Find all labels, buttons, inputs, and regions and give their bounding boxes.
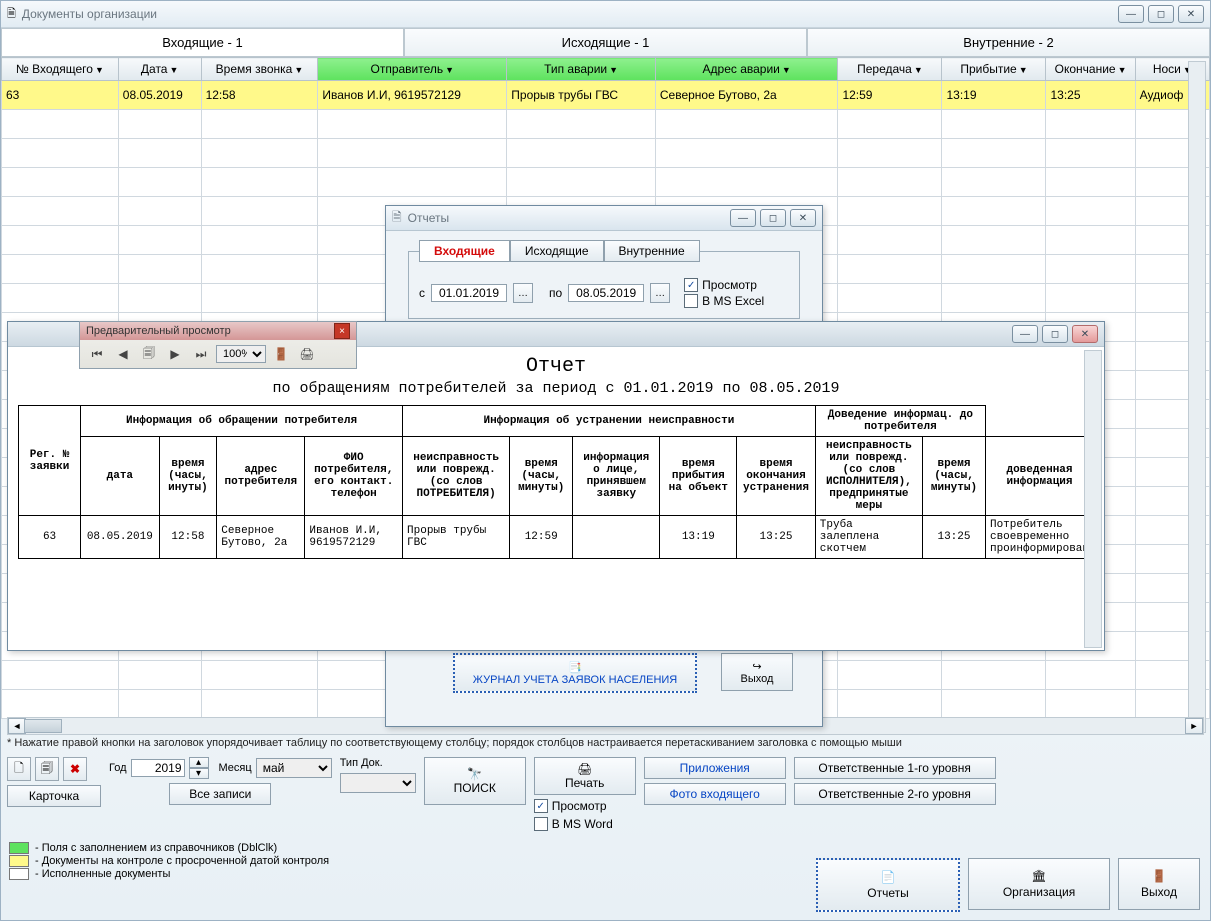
print-button[interactable]: 🖨 Печать xyxy=(534,757,636,795)
month-select[interactable]: май xyxy=(256,758,332,778)
col-end[interactable]: Окончание▼ xyxy=(1046,58,1135,81)
dlg-minimize[interactable]: — xyxy=(730,209,756,227)
col-addr[interactable]: Адрес аварии▼ xyxy=(655,58,838,81)
search-button[interactable]: 🔭 ПОИСК xyxy=(424,757,526,805)
from-label: с xyxy=(419,286,425,300)
from-date-input[interactable] xyxy=(431,284,507,302)
year-up[interactable]: ▴ xyxy=(189,757,209,768)
preview-toolbar-close[interactable]: × xyxy=(334,323,350,339)
tab-outgoing[interactable]: Исходящие - 1 xyxy=(404,28,807,56)
rep-tab-outgoing[interactable]: Исходящие xyxy=(510,240,604,262)
first-page-icon[interactable]: ⏮ xyxy=(86,343,108,365)
copy-doc-button[interactable]: 🗐 xyxy=(35,757,59,781)
reports-dialog-title: Отчеты xyxy=(408,211,449,225)
rep-tab-internal[interactable]: Внутренние xyxy=(604,240,700,262)
close-button[interactable]: ✕ xyxy=(1178,5,1204,23)
rep-excel-checkbox[interactable]: В MS Excel xyxy=(684,294,764,308)
app-icon: 🗎 xyxy=(7,5,16,24)
doctype-label: Тип Док. xyxy=(340,757,416,769)
col-arrive[interactable]: Прибытие▼ xyxy=(942,58,1046,81)
last-page-icon[interactable]: ⏭ xyxy=(190,343,212,365)
rep-tab-incoming[interactable]: Входящие xyxy=(419,240,510,262)
preview-checkbox[interactable]: ✓Просмотр xyxy=(534,799,607,813)
msword-checkbox[interactable]: В MS Word xyxy=(534,817,613,831)
attachments-button[interactable]: Приложения xyxy=(644,757,786,779)
prev-page-icon[interactable]: ◀ xyxy=(112,343,134,365)
preview-vscroll[interactable] xyxy=(1084,350,1102,648)
dialog-icon: 🗎 xyxy=(392,208,402,229)
year-down[interactable]: ▾ xyxy=(189,768,209,779)
reports-exit-button[interactable]: ↪ Выход xyxy=(721,653,793,691)
pv-maximize[interactable]: ◻ xyxy=(1042,325,1068,343)
doctype-select[interactable] xyxy=(340,773,416,793)
pv-close[interactable]: ✕ xyxy=(1072,325,1098,343)
print-label: Печать xyxy=(565,776,604,790)
titlebar: 🗎 Документы организации — ◻ ✕ xyxy=(1,1,1210,28)
col-sender[interactable]: Отправитель▼ xyxy=(318,58,507,81)
search-label: ПОИСК xyxy=(454,781,496,795)
card-button[interactable]: Карточка xyxy=(7,785,101,807)
tab-incoming[interactable]: Входящие - 1 xyxy=(1,28,404,56)
exit-arrow-icon: ↪ xyxy=(752,660,761,673)
main-tabs: Входящие - 1 Исходящие - 1 Внутренние - … xyxy=(1,28,1210,57)
to-date-picker[interactable]: … xyxy=(650,283,670,303)
minimize-button[interactable]: — xyxy=(1118,5,1144,23)
report-document: Отчет по обращениям потребителей за пери… xyxy=(8,347,1104,559)
col-type[interactable]: Тип аварии▼ xyxy=(507,58,656,81)
new-doc-button[interactable]: 🗋 xyxy=(7,757,31,781)
vertical-scrollbar[interactable] xyxy=(1188,61,1206,733)
from-date-picker[interactable]: … xyxy=(513,283,533,303)
dlg-close[interactable]: ✕ xyxy=(790,209,816,227)
main-window: 🗎 Документы организации — ◻ ✕ Входящие -… xyxy=(0,0,1211,921)
incoming-photo-button[interactable]: Фото входящего xyxy=(644,783,786,805)
grid-hint: * Нажатие правой кнопки на заголовок упо… xyxy=(1,735,1210,751)
delete-doc-button[interactable]: ✖ xyxy=(63,757,87,781)
org-icon: 🏛 xyxy=(1031,869,1046,883)
next-page-icon[interactable]: ▶ xyxy=(164,343,186,365)
scroll-right-icon[interactable]: ► xyxy=(1185,718,1203,734)
report-table: Рег. № заявки Информация об обращении по… xyxy=(18,405,1094,559)
organization-button[interactable]: 🏛Организация xyxy=(968,858,1110,910)
zoom-select[interactable]: 100% xyxy=(216,345,266,363)
col-date[interactable]: Дата▼ xyxy=(118,58,201,81)
scroll-thumb[interactable] xyxy=(24,719,62,733)
report-row: 63 08.05.2019 12:58 Северное Бутово, 2а … xyxy=(19,516,1094,559)
close-preview-icon[interactable]: 🚪 xyxy=(270,343,292,365)
pv-minimize[interactable]: — xyxy=(1012,325,1038,343)
year-label: Год xyxy=(109,762,127,774)
exit-icon: 🚪 xyxy=(1152,869,1167,883)
table-row[interactable]: 6308.05.201912:58 Иванов И.И, 9619572129… xyxy=(2,81,1210,110)
year-input[interactable] xyxy=(131,759,185,777)
month-label: Месяц xyxy=(219,762,252,774)
col-num[interactable]: № Входящего▼ xyxy=(2,58,119,81)
pages-icon[interactable]: 🗐 xyxy=(138,343,160,365)
tab-internal[interactable]: Внутренние - 2 xyxy=(807,28,1210,56)
preview-toolbar: Предварительный просмотр × ⏮ ◀ 🗐 ▶ ⏭ 100… xyxy=(79,321,357,369)
dlg-maximize[interactable]: ◻ xyxy=(760,209,786,227)
preview-toolbar-title: Предварительный просмотр xyxy=(86,325,231,337)
binoculars-icon: 🔭 xyxy=(467,767,482,781)
table-row[interactable] xyxy=(2,139,1210,168)
col-trans[interactable]: Передача▼ xyxy=(838,58,942,81)
reports-button[interactable]: 📄Отчеты xyxy=(816,858,960,912)
maximize-button[interactable]: ◻ xyxy=(1148,5,1174,23)
to-label: по xyxy=(549,286,562,300)
col-calltime[interactable]: Время звонка▼ xyxy=(201,58,318,81)
table-row[interactable] xyxy=(2,110,1210,139)
journal-icon: 📑 xyxy=(568,661,582,674)
report-subtitle: по обращениям потребителей за период с 0… xyxy=(18,380,1094,397)
report-icon: 📄 xyxy=(881,870,896,884)
all-records-button[interactable]: Все записи xyxy=(169,783,271,805)
exit-button[interactable]: 🚪Выход xyxy=(1118,858,1200,910)
printer-icon: 🖨 xyxy=(577,762,592,776)
responsibles1-button[interactable]: Ответственные 1-го уровня xyxy=(794,757,996,779)
table-row[interactable] xyxy=(2,168,1210,197)
responsibles2-button[interactable]: Ответственные 2-го уровня xyxy=(794,783,996,805)
preview-window: — ◻ ✕ Отчет по обращениям потребителей з… xyxy=(7,321,1105,651)
print-preview-icon[interactable]: 🖨 xyxy=(296,343,318,365)
to-date-input[interactable] xyxy=(568,284,644,302)
journal-button[interactable]: 📑 ЖУРНАЛ УЧЕТА ЗАЯВОК НАСЕЛЕНИЯ xyxy=(453,653,697,693)
window-title: Документы организации xyxy=(22,7,157,21)
rep-preview-checkbox[interactable]: ✓Просмотр xyxy=(684,278,764,292)
